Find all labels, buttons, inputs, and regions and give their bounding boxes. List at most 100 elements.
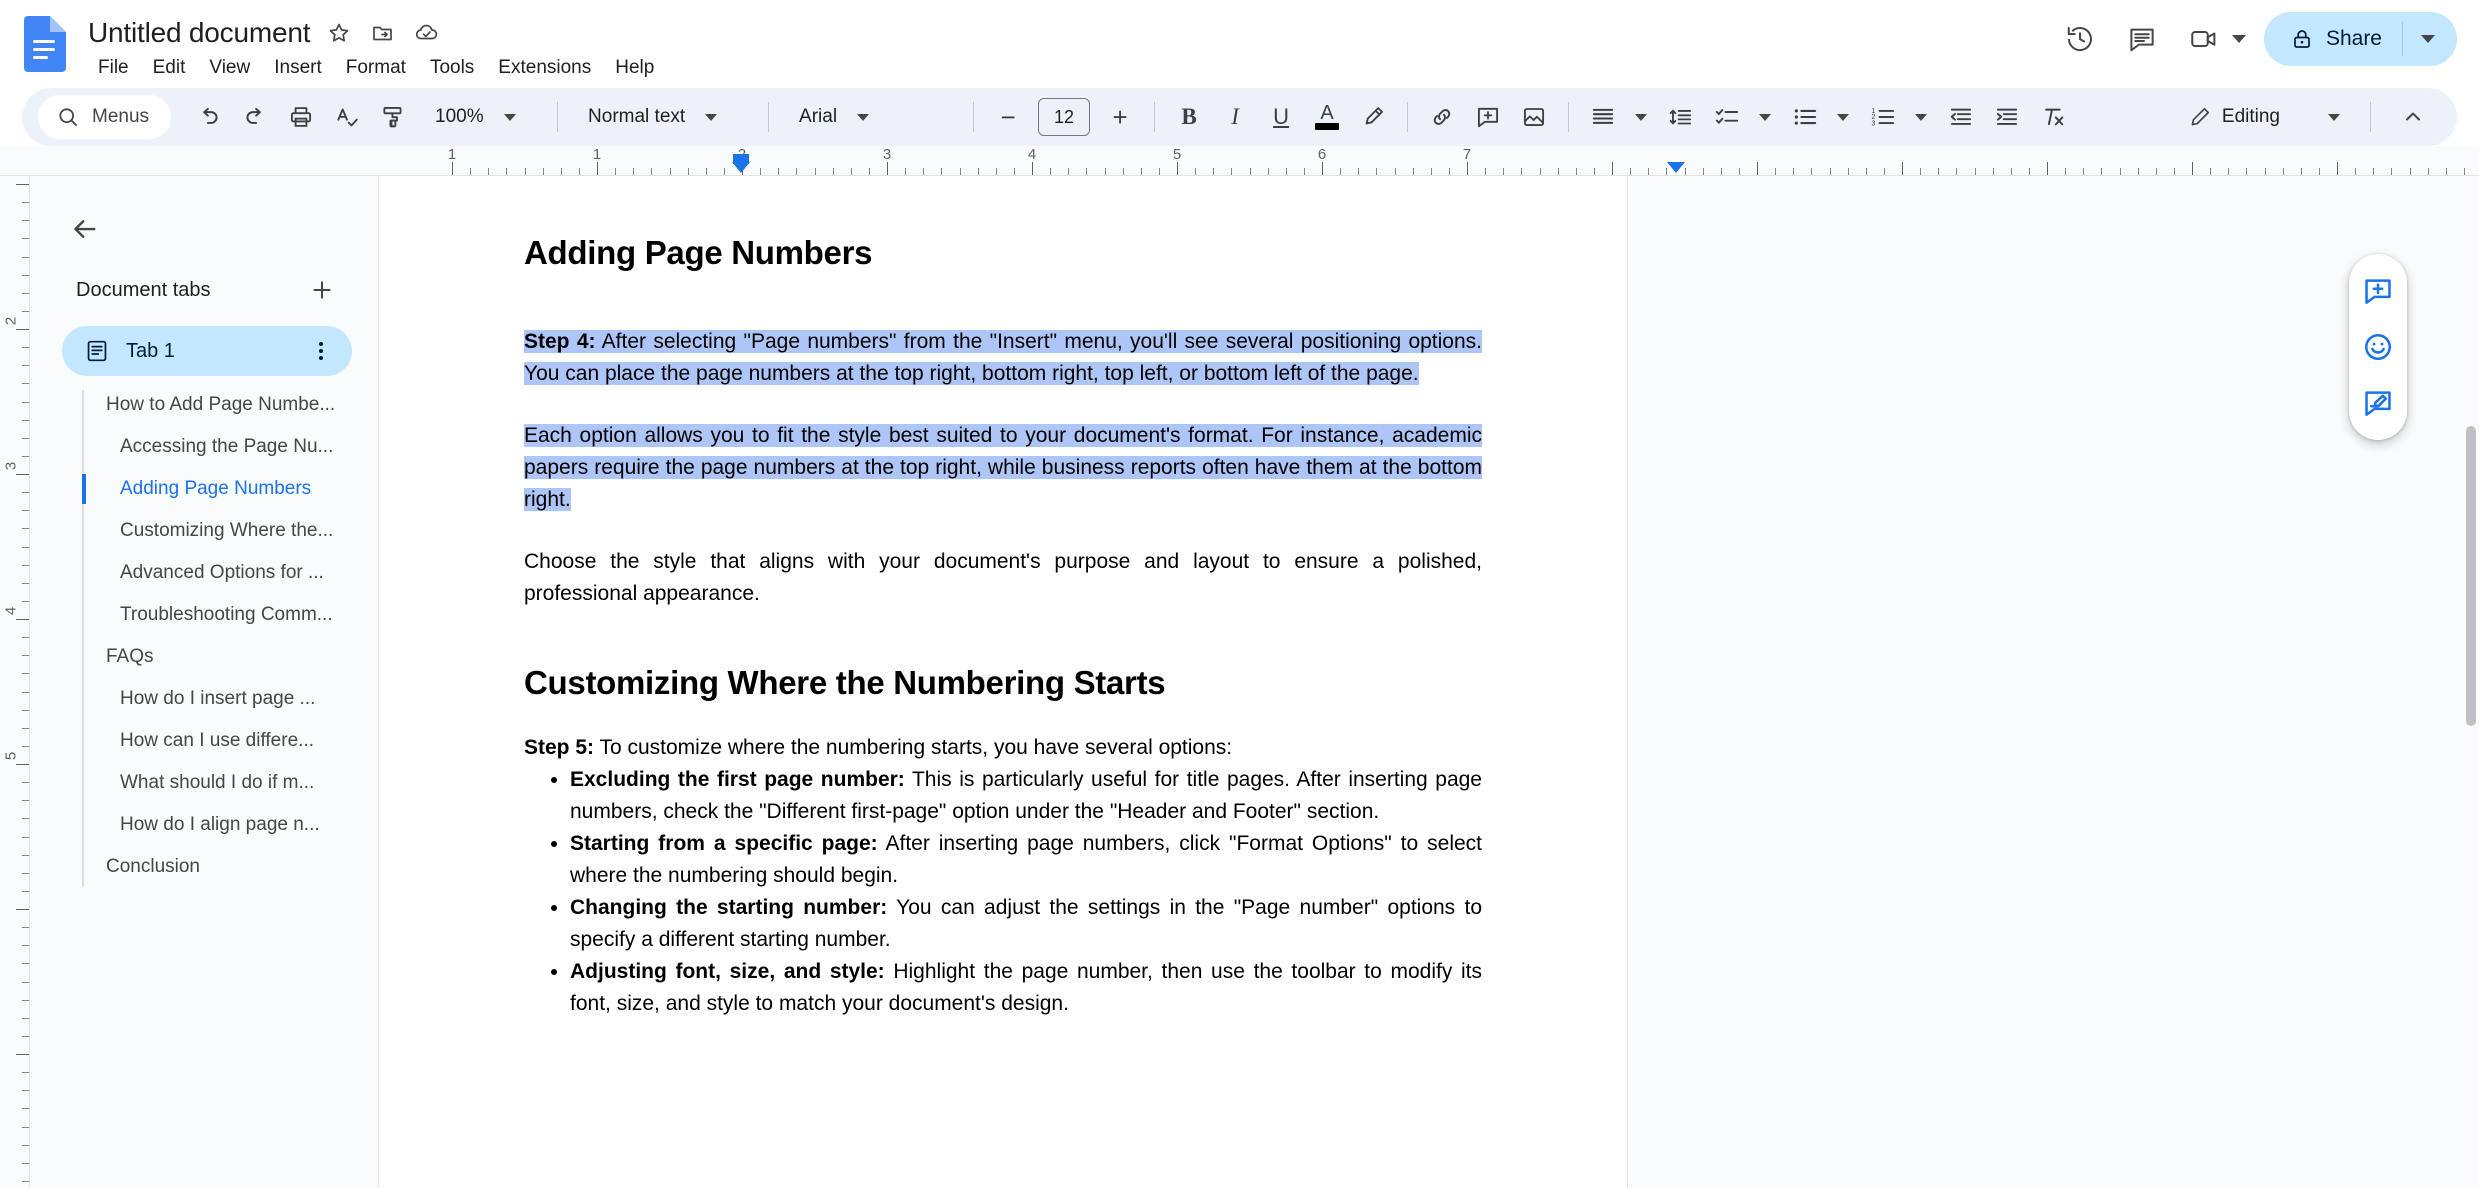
align-icon[interactable] xyxy=(1581,95,1625,139)
increase-indent-icon[interactable] xyxy=(1985,95,2029,139)
outline-item[interactable]: How to Add Page Numbe... xyxy=(82,384,350,426)
insert-image-icon[interactable] xyxy=(1512,95,1556,139)
menu-insert[interactable]: Insert xyxy=(262,54,334,82)
ruler-tick xyxy=(1485,168,1487,175)
bold-button[interactable]: B xyxy=(1167,95,1211,139)
bulleted-list-icon[interactable] xyxy=(1783,95,1827,139)
outline-item[interactable]: How can I use differe... xyxy=(82,720,350,762)
undo-icon[interactable] xyxy=(187,95,231,139)
paint-format-icon[interactable] xyxy=(371,95,415,139)
paragraph-each-option[interactable]: Each option allows you to fit the style … xyxy=(524,420,1482,516)
horizontal-ruler[interactable]: 11234567 xyxy=(0,146,2479,176)
menu-view[interactable]: View xyxy=(197,54,262,82)
document-tabs-sidebar: Document tabs Tab 1 How to Add Page Numb… xyxy=(30,176,378,1188)
vertical-scrollbar[interactable] xyxy=(2466,426,2476,726)
version-history-icon[interactable] xyxy=(2054,13,2106,65)
redo-icon[interactable] xyxy=(233,95,277,139)
numbered-list-chevron-down-icon[interactable] xyxy=(1915,113,1928,121)
paragraph-choose-style[interactable]: Choose the style that aligns with your d… xyxy=(524,546,1482,610)
emoji-reaction-icon[interactable] xyxy=(2355,324,2401,370)
bulleted-list-chevron-down-icon[interactable] xyxy=(1837,113,1850,121)
numbered-list-icon[interactable]: 123 xyxy=(1861,95,1905,139)
outline-item[interactable]: How do I align page n... xyxy=(82,804,350,846)
share-main[interactable]: Share xyxy=(2268,12,2402,66)
italic-button[interactable]: I xyxy=(1213,95,1257,139)
outline-item[interactable]: Conclusion xyxy=(82,846,350,888)
paragraph-step-5[interactable]: Step 5: To customize where the numbering… xyxy=(524,732,1482,764)
ruler-tick xyxy=(2192,162,2193,175)
page-title[interactable]: Untitled document xyxy=(88,17,310,49)
menu-help[interactable]: Help xyxy=(603,54,666,82)
list-item[interactable]: Excluding the first page number: This is… xyxy=(570,764,1482,828)
back-arrow-icon[interactable] xyxy=(58,202,112,256)
outline-item[interactable]: What should I do if m... xyxy=(82,762,350,804)
move-to-folder-icon[interactable] xyxy=(368,18,398,48)
ruler-tick xyxy=(2101,168,2103,175)
checklist-icon[interactable] xyxy=(1705,95,1749,139)
text-color-button[interactable]: A xyxy=(1305,95,1349,139)
align-chevron-down-icon[interactable] xyxy=(1635,113,1648,121)
vertical-ruler[interactable]: 2 3 4 5 xyxy=(0,176,30,1188)
outline-item[interactable]: Adding Page Numbers xyxy=(82,468,350,510)
menu-tools[interactable]: Tools xyxy=(418,54,486,82)
list-item-label: Changing the starting number: xyxy=(570,896,888,919)
decrease-font-size-button[interactable]: − xyxy=(986,95,1030,139)
ruler-tick xyxy=(850,168,852,175)
add-comment-icon[interactable] xyxy=(1466,95,1510,139)
insert-link-icon[interactable] xyxy=(1420,95,1464,139)
first-line-indent-marker[interactable] xyxy=(733,154,749,164)
meet-button-group[interactable] xyxy=(2178,13,2246,65)
menu-extensions[interactable]: Extensions xyxy=(486,54,603,82)
checklist-chevron-down-icon[interactable] xyxy=(1759,113,1772,121)
more-options-icon[interactable] xyxy=(304,334,338,368)
open-comment-history-icon[interactable] xyxy=(2116,13,2168,65)
right-indent-marker[interactable] xyxy=(1667,162,1685,173)
font-family-selector[interactable]: Arial xyxy=(781,95,961,139)
print-icon[interactable] xyxy=(279,95,323,139)
clear-formatting-icon[interactable] xyxy=(2031,95,2075,139)
list-item[interactable]: Starting from a specific page: After ins… xyxy=(570,828,1482,892)
list-item[interactable]: Adjusting font, size, and style: Highlig… xyxy=(570,956,1482,1020)
outline-item[interactable]: Advanced Options for ... xyxy=(82,552,350,594)
paragraph-style-selector[interactable]: Normal text xyxy=(570,95,756,139)
meet-chevron-down-icon[interactable] xyxy=(2231,35,2246,43)
chevron-up-icon[interactable] xyxy=(2391,95,2435,139)
font-size-input[interactable]: 12 xyxy=(1038,98,1091,136)
editing-mode-chevron-down-icon[interactable] xyxy=(2328,113,2340,121)
outline-item[interactable]: How do I insert page ... xyxy=(82,678,350,720)
spellcheck-icon[interactable] xyxy=(325,95,369,139)
ruler-tick xyxy=(832,168,834,175)
cloud-saved-icon[interactable] xyxy=(412,18,442,48)
ruler-tick xyxy=(524,168,526,175)
meet-camera-icon[interactable] xyxy=(2178,13,2230,65)
sidebar-tab-1[interactable]: Tab 1 xyxy=(62,326,352,376)
add-comment-icon[interactable] xyxy=(2355,268,2401,314)
outline-item[interactable]: FAQs xyxy=(82,636,350,678)
paragraph-step-4[interactable]: Step 4: After selecting "Page numbers" f… xyxy=(524,326,1482,390)
outline-item[interactable]: Troubleshooting Comm... xyxy=(82,594,350,636)
share-button[interactable]: Share xyxy=(2263,12,2457,66)
search-menus-input[interactable]: Menus xyxy=(38,95,172,139)
star-icon[interactable] xyxy=(324,18,354,48)
menu-format[interactable]: Format xyxy=(334,54,418,82)
suggest-edit-icon[interactable] xyxy=(2355,380,2401,426)
share-chevron-down-icon[interactable] xyxy=(2403,35,2453,43)
editing-mode-selector[interactable]: Editing xyxy=(2169,94,2441,140)
outline-item[interactable]: Customizing Where the... xyxy=(82,510,350,552)
list-item[interactable]: Changing the starting number: You can ad… xyxy=(570,892,1482,956)
underline-button[interactable]: U xyxy=(1259,95,1303,139)
zoom-level-selector[interactable]: 100% xyxy=(417,95,545,139)
header-actions: Share xyxy=(2054,12,2457,66)
list-item-label: Starting from a specific page: xyxy=(570,832,878,855)
increase-font-size-button[interactable]: + xyxy=(1098,95,1142,139)
decrease-indent-icon[interactable] xyxy=(1939,95,1983,139)
outline-item[interactable]: Accessing the Page Nu... xyxy=(82,426,350,468)
document-page[interactable]: Adding Page Numbers Step 4: After select… xyxy=(378,176,1628,1188)
docs-logo-icon[interactable] xyxy=(22,16,66,72)
menu-edit[interactable]: Edit xyxy=(141,54,198,82)
line-spacing-icon[interactable] xyxy=(1659,95,1703,139)
ruler-tick xyxy=(1575,168,1577,175)
add-tab-icon[interactable] xyxy=(302,270,342,310)
highlight-color-icon[interactable] xyxy=(1351,95,1395,139)
menu-file[interactable]: File xyxy=(90,54,141,82)
